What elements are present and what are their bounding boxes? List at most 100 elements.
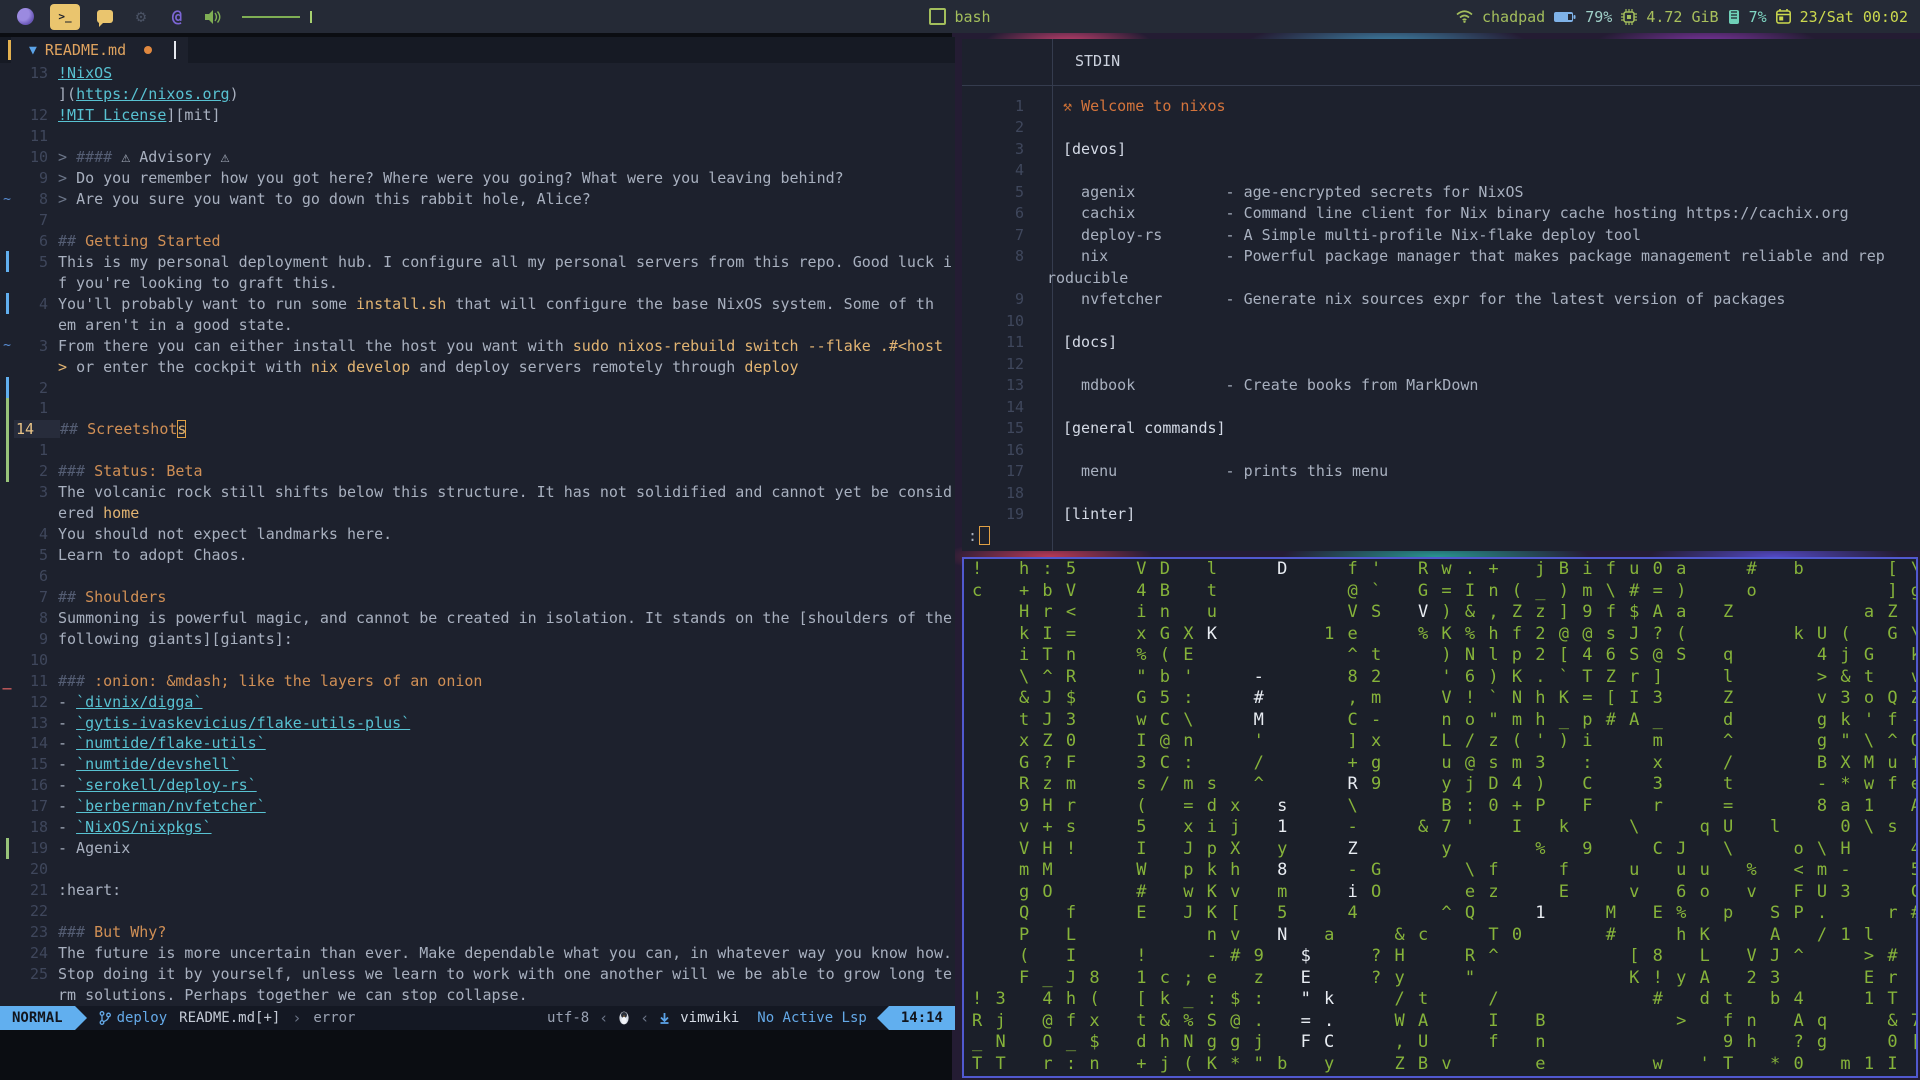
text-segment: The future is more uncertain than ever. … (58, 943, 953, 962)
grid-row: ( I ! - # 9 $ ? H R ^ [ 8 L V J ^ > # 8 … (964, 946, 1916, 968)
gutter-sign (0, 356, 14, 377)
editor-buffer[interactable]: 13 !NixOS](https://nixos.org) 12 !MIT Licen… (0, 63, 955, 1006)
gear-icon[interactable]: ⚙ (130, 6, 152, 28)
filetype-icon (660, 1013, 669, 1024)
gutter-sign (0, 147, 14, 168)
grid-chars: 1 e % K % h f 2 @ @ s J ? ( k U ( G \ V … (1324, 623, 1916, 644)
pager-window: STDIN 1 ⚒ Welcome to nixos 2 3 [devos] 4 5 age… (962, 39, 1920, 551)
grid-row: & J $ G 5 : # , m V ! ` N h K = [ I 3 Z … (964, 688, 1916, 710)
grid-chars: T T r : n + j ( K * " b y Z B v e w ' T … (972, 1053, 1900, 1074)
editor-row: 10 > #### ⚠ Advisory ⚠ (0, 147, 955, 168)
datetime: 23/Sat 00:02 (1799, 7, 1908, 26)
gutter-sign (0, 859, 14, 880)
markdown-link[interactable]: `numtide/devshell` (76, 755, 239, 773)
grid-chars: a & c T 0 # h K A / 1 l s 6 S ' x ! A (1324, 924, 1876, 945)
line-number: 1 (38, 441, 48, 460)
linux-penguin-icon (619, 1011, 629, 1025)
markdown-link[interactable]: `NixOS/nixpkgs` (76, 818, 211, 836)
text-segment: Learn to adopt Chaos. (58, 546, 248, 565)
markdown-link[interactable]: `serokell/deploy-rs` (76, 776, 257, 794)
gutter-sign (0, 126, 14, 147)
grid-chars: _ N O _ $ d h N g g j (972, 1032, 1301, 1052)
grid-chars: " k (1300, 989, 1336, 1009)
pager-line-number: 8 (1014, 247, 1024, 266)
line-number: 4 (38, 294, 48, 313)
gutter-sign (0, 775, 14, 796)
line-text: following giants][giants]: (58, 630, 955, 648)
pager-line-number: 7 (1014, 225, 1024, 244)
gutter-sign (0, 817, 14, 838)
grid-chars: R j @ f x t & % S @ . (972, 1010, 1301, 1031)
window-icon (929, 8, 947, 25)
text-segment: From there you can either install the ho… (58, 336, 573, 355)
volume-slider[interactable] (242, 15, 300, 18)
markdown-link[interactable]: !MIT License (58, 106, 166, 124)
at-icon[interactable]: @ (166, 6, 188, 28)
pager-text-segment: nvfetcher - Generate nix sources expr fo… (1063, 290, 1786, 309)
markdown-link[interactable]: `gytis-ivaskevicius/flake-utils-plus` (76, 714, 410, 732)
git-branch-icon (99, 1011, 111, 1025)
grid-chars: 8 (1277, 860, 1289, 880)
line-number: 21 (29, 881, 48, 900)
command-prompt[interactable]: : (968, 526, 991, 545)
gutter-sign (0, 754, 14, 775)
active-workspace-terminal-icon[interactable]: >_ (50, 3, 80, 30)
line-text: > Do you remember how you got here? Wher… (58, 169, 955, 187)
diagnostic-label: error (313, 1010, 356, 1026)
gutter-sign (0, 649, 14, 670)
grid-chars: i T n % ( E ^ t ) N l p 2 [ 4 6 S @ S q … (1018, 645, 1916, 665)
grid-row: \ ^ R " b ' - 8 2 ' 6 ) K . ` T Z r ] l … (964, 667, 1916, 689)
markdown-link[interactable]: `berberman/nvfetcher` (76, 797, 266, 815)
grid-chars: P L n v (972, 924, 1278, 945)
pager-line-number: 10 (1005, 311, 1024, 330)
memory-usage: 4.72 GiB (1646, 7, 1719, 26)
markdown-link[interactable]: !NixOS (58, 64, 112, 82)
buffer-tab-readme[interactable]: ▼ README.md (11, 37, 189, 63)
pager-line-text: agenix - age-encrypted secrets for NixOS (1040, 183, 1524, 201)
text-segment: #### (76, 148, 122, 167)
grid-chars: V (1417, 602, 1430, 622)
pager-line-number: 14 (1005, 397, 1024, 416)
mode-indicator: NORMAL (0, 1006, 75, 1030)
line-text: You should not expect landmarks here. (58, 525, 955, 543)
pager-line-text: [linter] (1040, 505, 1135, 523)
editor-row: ~8 > Are you sure you want to go down thi… (0, 189, 955, 210)
editor-row: em aren't in a good state. (0, 314, 955, 335)
wifi-icon[interactable] (1456, 10, 1473, 23)
pager-row: 10 (962, 310, 1920, 332)
gutter-sign (0, 628, 14, 649)
pager-row: 18 (962, 482, 1920, 504)
pager-row: 1 ⚒ Welcome to nixos (962, 95, 1920, 117)
gutter-sign (0, 733, 14, 754)
grid-chars: , U f n 9 h ? g 0 [ J T n (1394, 1032, 1916, 1052)
line-text: ### Status: Beta (58, 462, 955, 480)
firefox-icon[interactable] (14, 6, 36, 28)
grid-chars: c + b V 4 B t @ ` G = I n ( _ ) m \ # = … (972, 580, 1916, 601)
text-segment: ## (58, 587, 86, 606)
text-segment: s (177, 420, 187, 439)
grid-row: i T n % ( E ^ t ) N l p 2 [ 4 6 S @ S q … (964, 645, 1916, 667)
grid-row: k I = x G X K 1 e % K % h f 2 @ @ s J ? … (964, 624, 1916, 646)
gutter-sign (0, 586, 14, 607)
pager-row: 5 agenix - age-encrypted secrets for Nix… (962, 181, 1920, 203)
markdown-link[interactable]: https://nixos.org (76, 85, 230, 103)
grid-chars: \ B : 0 + P F r = 8 a 1 A + \ 3 _ v m (1347, 795, 1916, 816)
volume-slider-thumb[interactable] (310, 10, 312, 23)
line-number: 13 (29, 713, 48, 732)
markdown-link[interactable]: `numtide/flake-utils` (76, 734, 266, 752)
line-number: 23 (29, 922, 48, 941)
pager-text-segment: [general commands] (1063, 419, 1226, 438)
text-segment: > (58, 357, 77, 376)
pager-row: 15 [general commands] (962, 418, 1920, 440)
gutter-sign (0, 293, 14, 315)
text-segment: > (58, 190, 77, 209)
grid-chars: F _ J 8 1 c ; e z (972, 967, 1301, 988)
network-label: chadpad (1482, 7, 1546, 26)
chat-icon[interactable] (94, 6, 116, 28)
pager-row: 8 nix - Powerful package manager that ma… (962, 246, 1920, 268)
markdown-link[interactable]: `divnix/digga` (76, 693, 202, 711)
editor-row: 15- `numtide/devshell` (0, 754, 955, 775)
speaker-icon[interactable] (202, 6, 224, 28)
battery-percent: 79% (1585, 7, 1613, 26)
character-grid-window: ! h : 5 V D l D f ' R w . + j B i f u 0 … (962, 557, 1918, 1078)
